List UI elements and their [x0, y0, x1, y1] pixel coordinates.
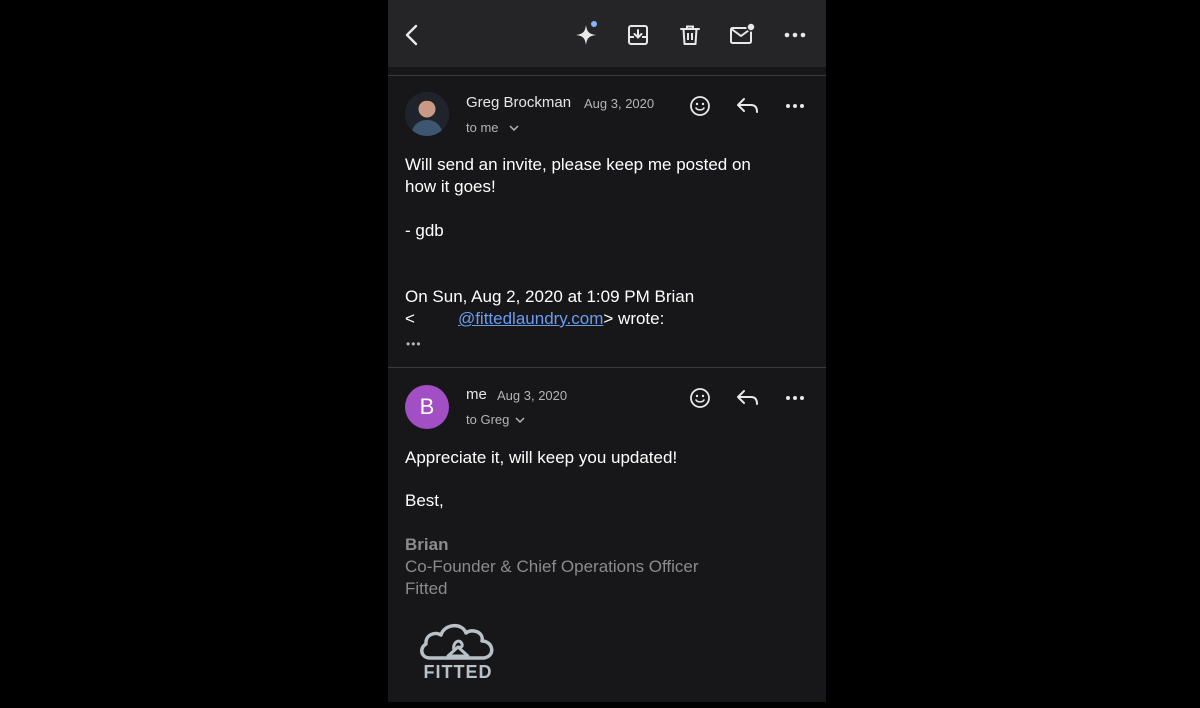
- recipient-label: to me: [466, 120, 499, 135]
- quote-suffix: > wrote:: [603, 309, 665, 328]
- recipient-toggle[interactable]: to Greg: [466, 412, 525, 427]
- sender-name: Greg Brockman: [466, 94, 572, 111]
- body-line: how it goes!: [405, 177, 496, 196]
- more-icon[interactable]: [778, 18, 812, 52]
- avatar[interactable]: [405, 92, 449, 136]
- chevron-down-icon: [515, 416, 525, 423]
- quote-header: On Sun, Aug 2, 2020 at 1:09 PM Brian < @f…: [405, 286, 694, 330]
- signature-company: Fitted: [405, 579, 448, 598]
- back-icon[interactable]: [395, 18, 429, 52]
- signature-title: Co-Founder & Chief Operations Officer: [405, 557, 699, 576]
- quote-header-line: On Sun, Aug 2, 2020 at 1:09 PM Brian: [405, 287, 695, 306]
- show-quoted-button[interactable]: •••: [406, 337, 422, 351]
- archive-icon[interactable]: [621, 18, 655, 52]
- divider: [388, 367, 826, 368]
- sparkle-icon[interactable]: [569, 18, 603, 52]
- reply-icon[interactable]: [734, 92, 762, 120]
- recipient-toggle[interactable]: to me: [466, 120, 519, 135]
- email-link[interactable]: @fittedlaundry.com: [458, 309, 603, 328]
- reply-icon[interactable]: [734, 384, 762, 412]
- toolbar: [388, 0, 826, 67]
- notification-dot: [591, 21, 597, 27]
- quote-prefix: <: [405, 309, 415, 328]
- body-line: Will send an invite, please keep me post…: [405, 155, 751, 174]
- fitted-logo: FITTED: [416, 620, 500, 684]
- recipient-label: to Greg: [466, 412, 510, 427]
- closing: Best,: [405, 491, 444, 510]
- signoff: - gdb: [405, 221, 444, 240]
- email-thread-panel: Greg Brockman Aug 3, 2020 to me Will sen…: [388, 0, 826, 702]
- avatar[interactable]: B: [405, 385, 449, 429]
- chevron-down-icon: [508, 124, 519, 131]
- logo-text: FITTED: [423, 662, 493, 682]
- emoji-react-icon[interactable]: [686, 384, 714, 412]
- message-date: Aug 3, 2020: [584, 96, 655, 111]
- message-date: Aug 3, 2020: [497, 388, 568, 403]
- emoji-react-icon[interactable]: [686, 92, 714, 120]
- more-icon[interactable]: [781, 92, 809, 120]
- message-body: Appreciate it, will keep you updated!: [405, 448, 678, 467]
- message-body: Will send an invite, please keep me post…: [405, 154, 751, 198]
- mail-unread-icon[interactable]: [726, 18, 760, 52]
- trash-icon[interactable]: [673, 18, 707, 52]
- signature-name: Brian: [405, 535, 449, 554]
- cloud-hanger-icon: [420, 624, 494, 660]
- more-icon[interactable]: [781, 384, 809, 412]
- sender-name: me: [466, 386, 487, 403]
- signature: Brian Co-Founder & Chief Operations Offi…: [405, 534, 699, 600]
- divider: [388, 75, 826, 76]
